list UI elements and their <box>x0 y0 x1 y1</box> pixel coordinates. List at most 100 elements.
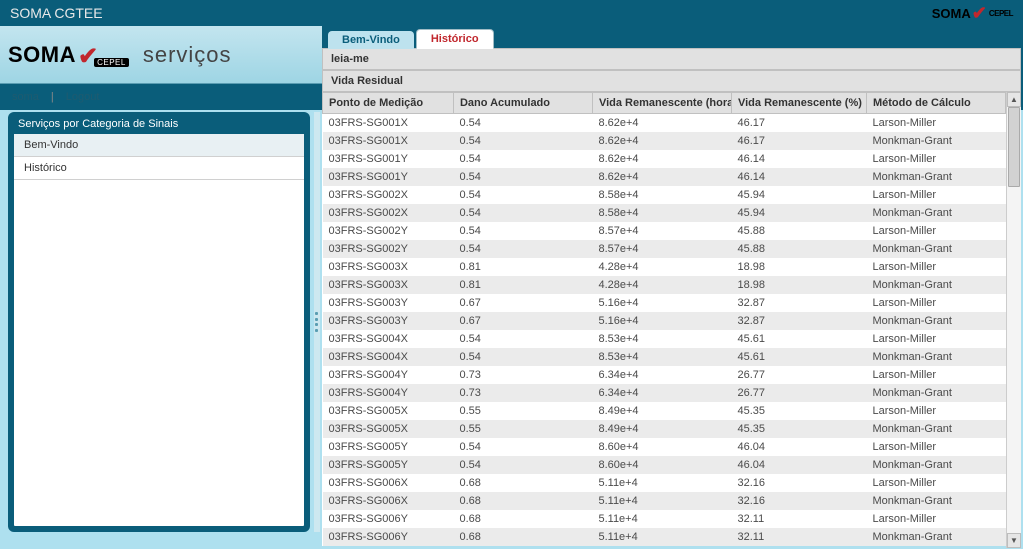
table-cell: 46.14 <box>731 150 866 168</box>
table-cell: 0.67 <box>453 294 592 312</box>
table-cell: Larson-Miller <box>866 150 1005 168</box>
table-row[interactable]: 03FRS-SG005Y0.548.60e+446.04Larson-Mille… <box>323 438 1006 456</box>
table-cell: 03FRS-SG003Y <box>323 294 454 312</box>
table-cell: 26.77 <box>731 366 866 384</box>
table-row[interactable]: 03FRS-SG002Y0.548.57e+445.88Larson-Mille… <box>323 222 1006 240</box>
table-cell: 46.14 <box>731 168 866 186</box>
section-leia-me[interactable]: leia-me <box>322 48 1021 70</box>
col-header-metodo[interactable]: Método de Cálculo <box>866 93 1005 114</box>
logout-link[interactable]: Logout <box>66 91 100 103</box>
table-cell: 32.16 <box>731 474 866 492</box>
scroll-thumb[interactable] <box>1008 107 1020 187</box>
scroll-down-arrow-icon[interactable]: ▼ <box>1007 533 1021 548</box>
sidebar-item-historico[interactable]: Histórico <box>14 157 304 180</box>
table-row[interactable]: 03FRS-SG004X0.548.53e+445.61Monkman-Gran… <box>323 348 1006 366</box>
table-row[interactable]: 03FRS-SG002X0.548.58e+445.94Larson-Mille… <box>323 186 1006 204</box>
user-strip: soma | Logout <box>0 84 322 110</box>
table-cell: 03FRS-SG006X <box>323 492 454 510</box>
table-cell: 8.57e+4 <box>592 222 731 240</box>
table-cell: Monkman-Grant <box>866 384 1005 402</box>
table-cell: 5.11e+4 <box>592 474 731 492</box>
table-cell: 6.34e+4 <box>592 384 731 402</box>
brand-logo: SOMA ✔ CEPEL serviços <box>8 40 232 69</box>
table-row[interactable]: 03FRS-SG006Y0.685.11e+432.11Monkman-Gran… <box>323 528 1006 546</box>
table-row[interactable]: 03FRS-SG002Y0.548.57e+445.88Monkman-Gran… <box>323 240 1006 258</box>
col-header-dano[interactable]: Dano Acumulado <box>453 93 592 114</box>
brand-logo-small: SOMA ✔ CEPEL <box>932 3 1013 24</box>
scroll-up-arrow-icon[interactable]: ▲ <box>1007 92 1021 107</box>
table-cell: 03FRS-SG001Y <box>323 150 454 168</box>
table-row[interactable]: 03FRS-SG005Y0.548.60e+446.04Monkman-Gran… <box>323 456 1006 474</box>
swoosh-icon: ✔ <box>972 3 987 24</box>
table-row[interactable]: 03FRS-SG003X0.814.28e+418.98Larson-Mille… <box>323 258 1006 276</box>
table-row[interactable]: 03FRS-SG004X0.548.53e+445.61Larson-Mille… <box>323 330 1006 348</box>
table-cell: 03FRS-SG002X <box>323 204 454 222</box>
table-cell: 0.55 <box>453 420 592 438</box>
left-panel: Serviços por Categoria de Sinais Bem-Vin… <box>8 112 310 532</box>
splitter[interactable] <box>314 112 320 532</box>
table-cell: 03FRS-SG006Y <box>323 510 454 528</box>
table-row[interactable]: 03FRS-SG005X0.558.49e+445.35Monkman-Gran… <box>323 420 1006 438</box>
table-row[interactable]: 03FRS-SG002X0.548.58e+445.94Monkman-Gran… <box>323 204 1006 222</box>
vertical-scrollbar[interactable]: ▲ ▼ <box>1006 92 1021 548</box>
table-row[interactable]: 03FRS-SG006Y0.685.11e+432.11Larson-Mille… <box>323 510 1006 528</box>
tabs-bar: Bem-Vindo Histórico <box>322 26 1021 48</box>
table-cell: Monkman-Grant <box>866 240 1005 258</box>
table-cell: Monkman-Grant <box>866 348 1005 366</box>
table-row[interactable]: 03FRS-SG004Y0.736.34e+426.77Larson-Mille… <box>323 366 1006 384</box>
user-link[interactable]: soma <box>12 91 39 103</box>
table-cell: 0.67 <box>453 312 592 330</box>
splitter-grip-icon <box>315 312 319 332</box>
table-cell: 8.62e+4 <box>592 150 731 168</box>
table-cell: 32.87 <box>731 312 866 330</box>
table-cell: 45.88 <box>731 222 866 240</box>
table-cell: 4.28e+4 <box>592 276 731 294</box>
table-cell: Monkman-Grant <box>866 528 1005 546</box>
table-cell: 6.34e+4 <box>592 366 731 384</box>
tab-historico[interactable]: Histórico <box>416 29 494 49</box>
table-cell: Monkman-Grant <box>866 420 1005 438</box>
table-cell: 03FRS-SG005X <box>323 420 454 438</box>
table-row[interactable]: 03FRS-SG001Y0.548.62e+446.14Monkman-Gran… <box>323 168 1006 186</box>
table-cell: Monkman-Grant <box>866 204 1005 222</box>
table-cell: 0.81 <box>453 276 592 294</box>
table-cell: 03FRS-SG005Y <box>323 438 454 456</box>
table-row[interactable]: 03FRS-SG006X0.685.11e+432.16Larson-Mille… <box>323 474 1006 492</box>
col-header-horas[interactable]: Vida Remanescente (horas) <box>592 93 731 114</box>
table-row[interactable]: 03FRS-SG003Y0.675.16e+432.87Larson-Mille… <box>323 294 1006 312</box>
col-header-ponto[interactable]: Ponto de Medição <box>323 93 454 114</box>
brand-cepel-box: CEPEL <box>94 58 129 67</box>
col-header-pct[interactable]: Vida Remanescente (%) <box>731 93 866 114</box>
table-row[interactable]: 03FRS-SG006X0.685.11e+432.16Monkman-Gran… <box>323 492 1006 510</box>
table-cell: 03FRS-SG002X <box>323 186 454 204</box>
table-cell: Larson-Miller <box>866 258 1005 276</box>
table-cell: Monkman-Grant <box>866 276 1005 294</box>
table-cell: 03FRS-SG006X <box>323 474 454 492</box>
scroll-track[interactable] <box>1007 107 1021 533</box>
section-vida-residual[interactable]: Vida Residual <box>322 70 1021 92</box>
main-area: Bem-Vindo Histórico leia-me Vida Residua… <box>322 26 1021 546</box>
table-cell: 45.35 <box>731 402 866 420</box>
table-cell: 26.77 <box>731 384 866 402</box>
table-cell: 0.54 <box>453 168 592 186</box>
table-cell: 0.73 <box>453 366 592 384</box>
table-cell: 45.94 <box>731 186 866 204</box>
sidebar-item-label: Bem-Vindo <box>24 139 78 151</box>
table-row[interactable]: 03FRS-SG004Y0.736.34e+426.77Monkman-Gran… <box>323 384 1006 402</box>
tab-bemvindo[interactable]: Bem-Vindo <box>328 31 414 49</box>
table-cell: 8.57e+4 <box>592 240 731 258</box>
table-row[interactable]: 03FRS-SG001X0.548.62e+446.17Monkman-Gran… <box>323 132 1006 150</box>
sidebar-item-bemvindo[interactable]: Bem-Vindo <box>14 134 304 157</box>
table-cell: 32.16 <box>731 492 866 510</box>
table-row[interactable]: 03FRS-SG005X0.558.49e+445.35Larson-Mille… <box>323 402 1006 420</box>
table-row[interactable]: 03FRS-SG003X0.814.28e+418.98Monkman-Gran… <box>323 276 1006 294</box>
table-cell: Larson-Miller <box>866 330 1005 348</box>
table-cell: 0.68 <box>453 492 592 510</box>
table-row[interactable]: 03FRS-SG003Y0.675.16e+432.87Monkman-Gran… <box>323 312 1006 330</box>
table-row[interactable]: 03FRS-SG001Y0.548.62e+446.14Larson-Mille… <box>323 150 1006 168</box>
table-header-row: Ponto de Medição Dano Acumulado Vida Rem… <box>323 93 1006 114</box>
table-row[interactable]: 03FRS-SG001X0.548.62e+446.17Larson-Mille… <box>323 114 1006 133</box>
table-cell: 0.54 <box>453 330 592 348</box>
table-cell: 5.11e+4 <box>592 510 731 528</box>
data-table: Ponto de Medição Dano Acumulado Vida Rem… <box>322 92 1006 546</box>
